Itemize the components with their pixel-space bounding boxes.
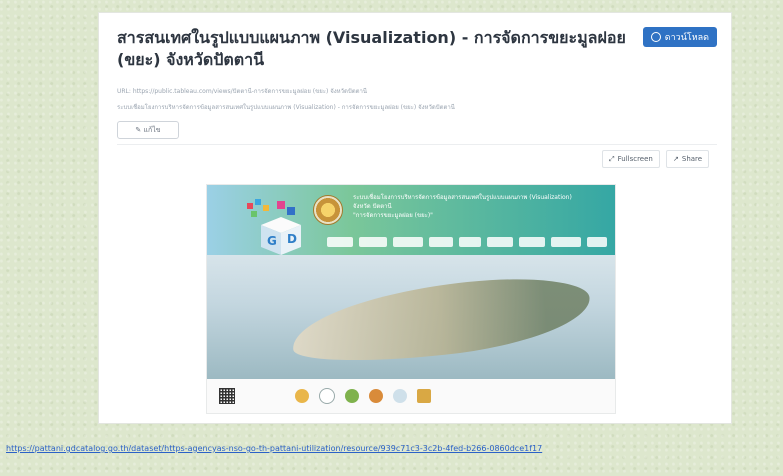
sand-spit-shape [288, 269, 594, 371]
coastline-photo [207, 255, 615, 379]
nav-icon-7[interactable] [519, 237, 545, 247]
banner-topic: "การจัดการขยะมูลฝอย (ขยะ)" [353, 212, 433, 219]
share-button[interactable]: ↗ Share [666, 150, 710, 168]
gd-cube-logo: G D [247, 199, 301, 255]
download-label: ดาวน์โหลด [664, 33, 709, 43]
gdcatalog-logo-icon [393, 389, 407, 403]
viz-banner: G D ระบบเชื่อมโยงการบริหารจัดการข้อมูลสา… [207, 185, 615, 255]
provincial-seal-icon [295, 389, 309, 403]
banner-province: จังหวัด ปัตตานี [353, 203, 392, 210]
share-label: Share [681, 155, 703, 163]
cube-letter-g: G [267, 234, 277, 248]
download-icon [650, 32, 661, 42]
banner-text: ระบบเชื่อมโยงการบริหารจัดการข้อมูลสารสนเ… [353, 193, 603, 220]
visualization-embed[interactable]: G D ระบบเชื่อมโยงการบริหารจัดการข้อมูลสา… [206, 184, 616, 414]
agency-logo-2-icon [369, 389, 383, 403]
divider [117, 144, 717, 145]
nav-icon-4[interactable] [429, 237, 453, 247]
resource-description: ระบบเชื่อมโยงการบริหารจัดการข้อมูลสารสนเ… [117, 104, 455, 111]
nav-icon-3[interactable] [393, 237, 423, 247]
source-url-link[interactable]: https://pattani.gdcatalog.go.th/dataset/… [6, 444, 783, 453]
agency-logo-icon [345, 389, 359, 403]
nav-icon-5[interactable] [459, 237, 481, 247]
resource-url[interactable]: URL: https://public.tableau.com/views/ปั… [117, 87, 717, 96]
fullscreen-button[interactable]: ⤢ Fullscreen [602, 150, 660, 168]
nav-icon-9[interactable] [587, 237, 607, 247]
viz-footer-logos [207, 379, 615, 413]
provincial-seal-icon [313, 195, 343, 225]
nav-icon-8[interactable] [551, 237, 581, 247]
resource-card: สารสนเทศในรูปแบบแผนภาพ (Visualization) -… [98, 12, 732, 424]
garuda-emblem-icon [417, 389, 431, 403]
qr-code-icon [219, 388, 235, 404]
fullscreen-icon: ⤢ [609, 154, 615, 163]
nav-icon-6[interactable] [487, 237, 513, 247]
banner-title: ระบบเชื่อมโยงการบริหารจัดการข้อมูลสารสนเ… [353, 194, 572, 201]
download-button[interactable]: ดาวน์โหลด [642, 27, 717, 47]
cube-letter-d: D [287, 232, 297, 246]
nav-icon-1[interactable] [327, 237, 353, 247]
nav-icon-2[interactable] [359, 237, 387, 247]
nso-logo-icon [319, 388, 335, 404]
page-title: สารสนเทศในรูปแบบแผนภาพ (Visualization) -… [117, 28, 626, 69]
viz-nav-icons [327, 235, 612, 249]
fullscreen-label: Fullscreen [617, 155, 653, 163]
share-icon: ↗ [673, 155, 679, 163]
edit-button[interactable]: ✎ แก้ไข [117, 121, 179, 139]
